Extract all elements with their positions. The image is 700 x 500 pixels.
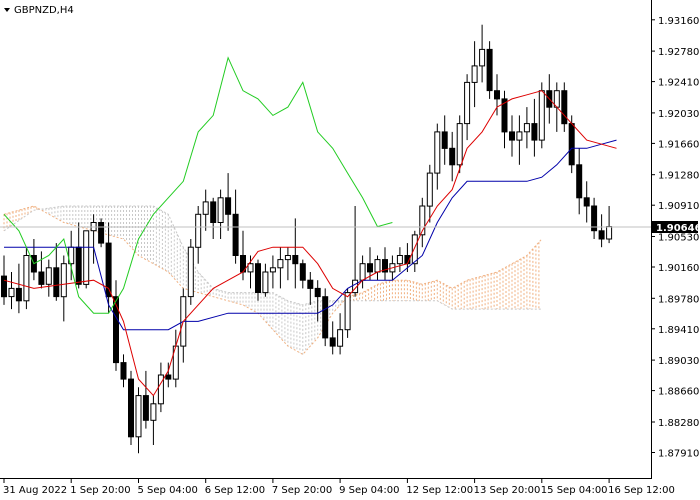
candle-bear [142,395,149,421]
candle-bull [23,255,30,302]
candle-bull [426,172,433,207]
x-tick-label: 15 Sep 04:00 [541,485,608,496]
candle-bull [374,259,381,273]
x-tick-label: 5 Sep 04:00 [138,485,198,496]
candle-bull [359,263,366,281]
candle-bull [150,403,157,421]
symbol-header: GBPNZD,H4 [4,5,74,16]
candle-bear [367,263,373,273]
candle-bull [411,234,418,265]
x-tick-label: 16 Sep 12:00 [608,485,675,496]
candle-bull [606,226,613,240]
candle-bear [509,131,515,141]
y-tick-label: 1.91660 [658,139,699,150]
candle-bear [322,296,329,339]
candle-bear [165,374,172,380]
candle-bull [83,230,90,285]
candle-bear [225,197,232,215]
y-tick-label: 1.89780 [658,294,699,305]
y-tick-label: 1.88280 [658,418,699,429]
y-tick-label: 1.90160 [658,263,699,274]
candle-bull [135,395,142,438]
candle-bear [15,287,22,302]
candle-bull [269,267,276,273]
candle-bear [449,147,456,166]
candle-bull [277,259,284,269]
y-tick-label: 1.90530 [658,233,699,244]
candle-bear [598,230,605,240]
candle-bear [561,90,568,125]
y-tick-label: 1.91280 [658,171,699,182]
candle-bear [120,362,127,380]
candle-bear [210,201,217,223]
price-chart[interactable]: 1.93160 1.92780 1.92410 1.92030 1.91660 1.912… [0,0,700,500]
candle-bull [516,131,523,141]
x-tick-label: 31 Aug 2022 [3,485,67,496]
candle-bull [471,65,478,83]
candle-bull [464,81,471,125]
candle-bear [568,123,575,166]
y-tick-label: 1.88660 [658,387,699,398]
price-tag-text: 1.90646 [656,223,700,234]
candle-bull [262,271,269,294]
candle-bull [60,263,67,298]
y-tick-label: 1.89030 [658,356,699,367]
x-tick-label: 9 Sep 04:00 [339,485,399,496]
candle-bull [479,48,486,67]
x-tick-label: 6 Sep 12:00 [205,485,265,496]
candle-bear [53,267,60,298]
candle-bull [284,255,291,261]
y-tick-label: 1.90910 [658,201,699,212]
candle-bear [75,246,82,285]
candle-bull [217,197,224,224]
candle-bear [292,255,299,265]
candle-bear [255,263,261,294]
candle-bear [441,131,448,149]
candle-bear [486,48,493,92]
candle-bear [232,213,239,257]
candle-bear [38,271,45,285]
candle-bear [583,197,590,207]
candle-bear [113,296,119,364]
y-tick-label: 1.89410 [658,325,699,336]
candle-bull [523,123,530,133]
candle-bear [494,90,500,100]
y-tick-label: 1.92410 [658,78,699,89]
y-tick-label: 1.92780 [658,47,699,58]
candle-bear [128,378,134,438]
x-tick-label: 1 Sep 20:00 [70,485,130,496]
candle-bull [456,123,463,166]
candle-bull [187,246,194,298]
plot-area [0,0,651,478]
candle-bull [195,213,202,248]
candle-bear [329,337,336,347]
candle-bear [299,263,306,281]
candle-bull [434,131,441,174]
candle-bull [45,267,52,285]
x-tick-label: 12 Sep 12:00 [406,485,473,496]
candle-bull [538,90,545,141]
candle-bull [337,329,344,347]
candle-bear [576,164,583,199]
symbol-label: GBPNZD,H4 [14,5,74,16]
candle-bear [98,222,105,244]
candle-bull [344,292,351,331]
x-tick-label: 7 Sep 20:00 [272,485,332,496]
candle-bear [307,279,314,289]
x-tick-label: 13 Sep 20:00 [474,485,541,496]
y-axis: 1.93160 1.92780 1.92410 1.92030 1.91660 1.912… [651,16,699,460]
candle-bear [314,287,321,298]
y-tick-label: 1.93160 [658,16,699,27]
candle-bear [1,275,7,298]
y-tick-label: 1.87910 [658,449,699,460]
candle-bull [202,201,209,215]
candle-bull [8,287,15,298]
candle-bear [531,123,538,141]
x-axis: 31 Aug 2022 1 Sep 20:00 5 Sep 04:00 6 Sep 1… [3,478,675,496]
candle-bull [396,255,403,265]
current-price-tag: 1.90646 [652,221,700,234]
y-tick-label: 1.92030 [658,109,699,120]
